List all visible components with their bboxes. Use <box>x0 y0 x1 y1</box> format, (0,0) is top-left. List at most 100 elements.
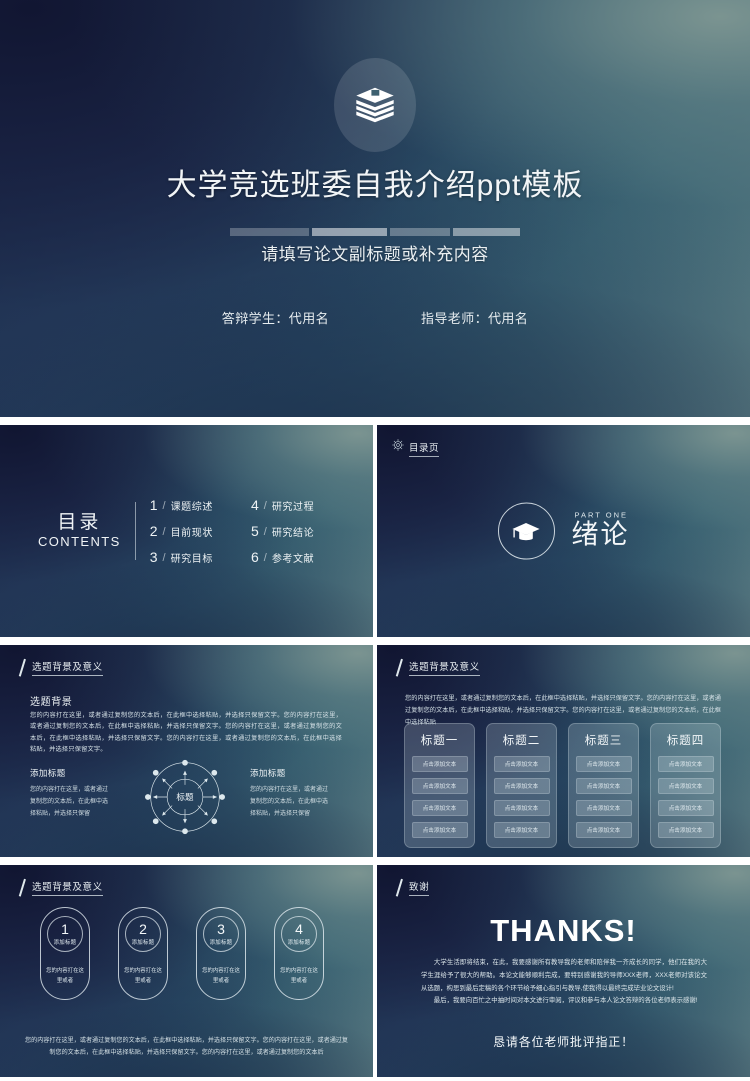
column-card[interactable]: 标题一 点击添加文本 点击添加文本 点击添加文本 点击添加文本 <box>404 723 475 848</box>
footer-paragraph: 您的内容打在这里，或者通过复制您的文本后，在此框中选择粘贴，并选择只保留文字。您… <box>25 1037 348 1057</box>
slide-title[interactable]: 大学竞选班委自我介绍ppt模板 请填写论文副标题或补充内容 答辩学生：代用名 指… <box>0 0 750 417</box>
add-text-button[interactable]: 点击添加文本 <box>657 800 714 816</box>
toc-item-label: 目前现状 <box>170 528 213 539</box>
compass-icon <box>391 438 405 457</box>
acknowledgement-paragraph: 大学生活即将结束，在此，我要感谢所有教导我的老师和陪伴我一齐成长的同学，他们在我… <box>421 957 707 995</box>
add-text-button[interactable]: 点击添加文本 <box>575 800 632 816</box>
toc-item-number: 3 <box>149 549 158 565</box>
toc-block: 目录 CONTENTS 1 / 课题综述 2 / 目前现状 3 / 研究目标 4… <box>38 497 314 565</box>
add-text-button[interactable]: 点击添加文本 <box>493 756 550 772</box>
callout-text: 您的内容打在这里，或者通过复制您的文本后，在此框中选择粘贴，并选择只保留 <box>250 787 329 817</box>
toc-item[interactable]: 5 / 研究结论 <box>251 523 314 539</box>
toc-item-label: 参考文献 <box>271 554 315 565</box>
page-title: 大学竞选班委自我介绍ppt模板 <box>166 169 584 202</box>
pill-item[interactable]: 3 添加标题 您的内容打在这里或者 <box>196 907 246 1000</box>
thanks-title: THANKS! <box>490 913 637 948</box>
slide-section-part-one[interactable]: 目录页 PART ONE 绪论 <box>377 425 750 637</box>
slide-four-columns[interactable]: 选题背景及意义 您的内容打在这里，或者通过复制您的文本后，在此框中选择粘贴，并选… <box>377 645 750 857</box>
pill-circle: 3 添加标题 <box>203 916 239 952</box>
pill-text: 您的内容打在这里或者 <box>202 968 240 984</box>
add-text-button[interactable]: 点击添加文本 <box>411 822 468 838</box>
toc-slash-icon: / <box>263 526 267 538</box>
pill-caption: 添加标题 <box>131 940 155 946</box>
slide-header: 选题背景及意义 <box>395 659 480 676</box>
toc-item-label: 研究结论 <box>271 528 315 539</box>
pill-caption: 添加标题 <box>209 940 233 946</box>
column-card[interactable]: 标题二 点击添加文本 点击添加文本 点击添加文本 点击添加文本 <box>486 723 557 848</box>
slide-header-label: 选题背景及意义 <box>32 659 103 676</box>
slide-thanks[interactable]: 致谢 THANKS! 大学生活即将结束，在此，我要感谢所有教导我的老师和陪伴我一… <box>377 865 750 1077</box>
pill-caption: 添加标题 <box>287 940 311 946</box>
slide-numbered-pills[interactable]: 选题背景及意义 1 添加标题 您的内容打在这里或者 2 添加标题 您的内容打在这… <box>0 865 373 1077</box>
toc-item[interactable]: 1 / 课题综述 <box>150 497 213 513</box>
toc-item-label: 课题综述 <box>170 502 213 513</box>
toc-column-left: 1 / 课题综述 2 / 目前现状 3 / 研究目标 <box>150 497 213 565</box>
column-card[interactable]: 标题四 点击添加文本 点击添加文本 点击添加文本 点击添加文本 <box>650 723 721 848</box>
title-divider <box>230 228 521 236</box>
acknowledgement-paragraph: 最后，我要向百忙之中抽时间对本文进行审阅，评议和参与本人论文答辩的各位老师表示感… <box>421 995 707 1008</box>
toc-item-number: 4 <box>250 497 259 513</box>
slide-header-label: 选题背景及意义 <box>32 879 103 896</box>
pill-number: 2 <box>139 921 147 937</box>
toc-item[interactable]: 4 / 研究过程 <box>251 497 314 513</box>
pill-circle: 4 添加标题 <box>281 916 317 952</box>
add-text-button[interactable]: 点击添加文本 <box>411 800 468 816</box>
toc-item-number: 2 <box>149 523 158 539</box>
slide-contents[interactable]: 目录 CONTENTS 1 / 课题综述 2 / 目前现状 3 / 研究目标 4… <box>0 425 373 637</box>
toc-item-number: 6 <box>250 549 259 565</box>
pill-text: 您的内容打在这里或者 <box>46 968 84 984</box>
toc-item[interactable]: 2 / 目前现状 <box>150 523 213 539</box>
callout-title: 添加标题 <box>30 768 66 778</box>
add-text-button[interactable]: 点击添加文本 <box>493 822 550 838</box>
add-text-button[interactable]: 点击添加文本 <box>657 756 714 772</box>
pill-item[interactable]: 1 添加标题 您的内容打在这里或者 <box>40 907 90 1000</box>
add-text-button[interactable]: 点击添加文本 <box>493 778 550 794</box>
add-text-button[interactable]: 点击添加文本 <box>575 778 632 794</box>
add-text-button[interactable]: 点击添加文本 <box>493 800 550 816</box>
pill-item[interactable]: 4 添加标题 您的内容打在这里或者 <box>274 907 324 1000</box>
diagram-right-callout: 添加标题 您的内容打在这里，或者通过复制您的文本后，在此框中选择粘贴，并选择只保… <box>250 767 330 820</box>
callout-title: 添加标题 <box>250 768 286 778</box>
toc-heading: 目录 CONTENTS <box>38 512 121 550</box>
toc-heading-en: CONTENTS <box>38 534 121 550</box>
toc-item-number: 5 <box>250 523 259 539</box>
slide-background-significance[interactable]: 选题背景及意义 选题背景 您的内容打在这里，或者通过复制您的文本后，在此框中选择… <box>0 645 373 857</box>
section-part-cn: 绪论 <box>571 519 630 550</box>
add-text-button[interactable]: 点击添加文本 <box>575 756 632 772</box>
pill-item[interactable]: 2 添加标题 您的内容打在这里或者 <box>118 907 168 1000</box>
column-card[interactable]: 标题三 点击添加文本 点击添加文本 点击添加文本 点击添加文本 <box>568 723 639 848</box>
diagram-center-label: 标题 <box>176 791 194 802</box>
toc-item[interactable]: 3 / 研究目标 <box>150 549 213 565</box>
pill-text: 您的内容打在这里或者 <box>124 968 162 984</box>
column-title: 标题三 <box>584 735 623 747</box>
book-stack-icon <box>334 58 416 152</box>
slide-header: 选题背景及意义 <box>18 879 103 896</box>
slide-header: 致谢 <box>395 879 430 896</box>
add-text-button[interactable]: 点击添加文本 <box>657 778 714 794</box>
column-group: 标题一 点击添加文本 点击添加文本 点击添加文本 点击添加文本 标题二 点击添加… <box>404 723 721 848</box>
acknowledgement-text: 最后，我要向百忙之中抽时间对本文进行审阅，评议和参与本人论文答辩的各位老师表示感… <box>433 997 698 1005</box>
toc-slash-icon: / <box>263 500 267 512</box>
add-text-button[interactable]: 点击添加文本 <box>411 778 468 794</box>
column-title: 标题四 <box>666 735 705 747</box>
toc-item-number: 1 <box>149 497 158 513</box>
add-text-button[interactable]: 点击添加文本 <box>575 822 632 838</box>
acknowledgement-text: 大学生活即将结束，在此，我要感谢所有教导我的老师和陪伴我一齐成长的同学，他们在我… <box>421 959 707 992</box>
pill-group: 1 添加标题 您的内容打在这里或者 2 添加标题 您的内容打在这里或者 3 添加 <box>40 907 324 1000</box>
pill-number: 1 <box>61 921 69 937</box>
callout-text: 您的内容打在这里，或者通过复制您的文本后，在此框中选择粘贴，并选择只保留 <box>30 787 109 817</box>
section-block: PART ONE 绪论 <box>497 502 630 560</box>
student-name: 答辩学生：代用名 <box>221 311 329 326</box>
pill-number: 3 <box>217 921 225 937</box>
toc-slash-icon: / <box>162 526 166 538</box>
slide-badge: 目录页 <box>391 438 440 457</box>
pill-number: 4 <box>295 921 303 937</box>
author-line: 答辩学生：代用名 指导老师：代用名 <box>0 308 750 327</box>
thanks-footer: 恳请各位老师批评指正！ <box>493 1035 634 1049</box>
pill-circle: 1 添加标题 <box>47 916 83 952</box>
radial-diagram: 标题 <box>145 759 225 835</box>
toc-item[interactable]: 6 / 参考文献 <box>251 549 314 565</box>
add-text-button[interactable]: 点击添加文本 <box>411 756 468 772</box>
toc-divider <box>134 502 136 560</box>
add-text-button[interactable]: 点击添加文本 <box>657 822 714 838</box>
